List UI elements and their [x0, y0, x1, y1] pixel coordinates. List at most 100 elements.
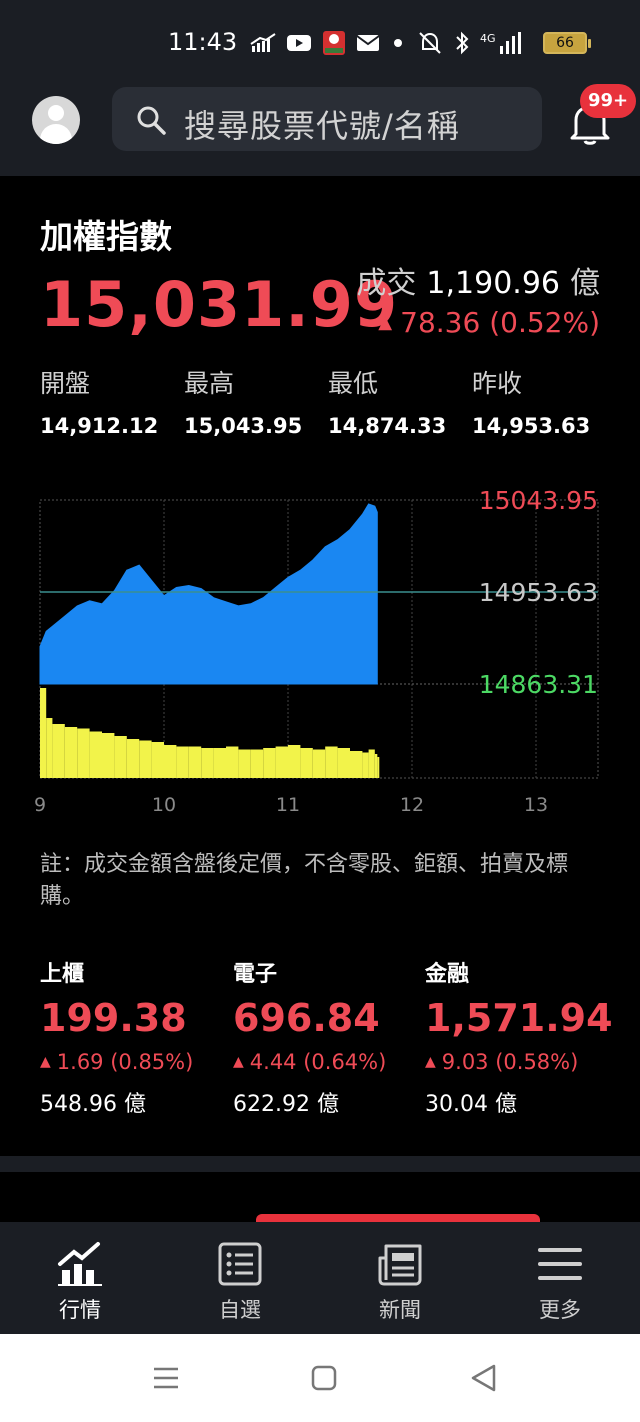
status-icons: 4G — [250, 28, 522, 58]
mute-icon — [419, 32, 441, 54]
stat-label: 最低 — [328, 369, 379, 398]
footnote: 註：成交金額含盤後定價，不含零股、鉅額、拍賣及標購。 — [40, 852, 569, 909]
x-tick-label: 11 — [276, 794, 300, 816]
news-icon — [378, 1244, 422, 1286]
next-section-peek — [0, 1172, 640, 1224]
system-nav-bar — [0, 1334, 640, 1422]
volume-bar — [64, 727, 78, 778]
stat-label: 昨收 — [472, 369, 523, 398]
section-divider — [0, 1156, 640, 1172]
intraday-chart[interactable]: 15043.95 14953.63 14863.31 9 10 11 12 13 — [0, 486, 640, 826]
volume-bar — [368, 749, 375, 778]
search-input[interactable]: 搜尋股票代號/名稱 — [112, 87, 542, 151]
volume-bar — [213, 748, 226, 778]
dot-icon — [394, 39, 402, 47]
recent-apps-icon[interactable] — [150, 1362, 182, 1394]
sub-index-volume: 548.96 億 — [40, 1092, 146, 1117]
nav-watchlist[interactable]: 自選 — [160, 1222, 320, 1334]
up-triangle-icon: ▲ — [40, 1054, 51, 1070]
volume-bar — [114, 736, 127, 778]
volume-bar — [102, 733, 115, 778]
nav-label: 更多 — [539, 1298, 581, 1322]
stat-value: 14,874.33 — [328, 414, 447, 438]
battery-icon: 66 — [543, 32, 591, 54]
up-triangle-icon: ▲ — [425, 1054, 436, 1070]
y-tick-label: 14863.31 — [479, 670, 598, 699]
sub-index-change: ▲ 9.03 (0.58%) — [425, 1050, 615, 1074]
volume-bar — [374, 754, 378, 778]
volume-bar — [164, 745, 177, 778]
sub-index-change: ▲ 4.44 (0.64%) — [233, 1050, 423, 1074]
sub-index-name: 電子 — [233, 962, 278, 987]
bottom-nav: 行情 自選 新聞 更多 — [0, 1222, 640, 1334]
volume-bar — [139, 740, 152, 778]
index-change-value: 78.36 (0.52%) — [400, 306, 600, 339]
home-icon[interactable] — [308, 1362, 340, 1394]
search-placeholder: 搜尋股票代號/名稱 — [184, 107, 460, 145]
nav-quotes[interactable]: 行情 — [0, 1222, 160, 1334]
stat-low: 最低 14,874.33 — [328, 364, 472, 438]
stat-label: 最高 — [184, 369, 235, 398]
nav-label: 新聞 — [379, 1298, 421, 1322]
price-area — [39, 503, 378, 685]
x-tick-label: 13 — [524, 794, 548, 816]
turnover-label: 成交 — [356, 266, 417, 301]
volume-bar — [325, 746, 338, 778]
y-tick-label: 14953.63 — [479, 578, 598, 607]
volume-bar — [312, 749, 326, 778]
mail-icon — [356, 35, 380, 51]
sub-index-value: 696.84 — [233, 996, 380, 1040]
volume-bar — [238, 749, 251, 778]
sub-index-volume: 622.92 億 — [233, 1092, 339, 1117]
top-bar: 搜尋股票代號/名稱 99+ — [0, 84, 640, 176]
sub-index-value: 1,571.94 — [425, 996, 613, 1040]
stat-value: 14,953.63 — [472, 414, 591, 438]
nav-more[interactable]: 更多 — [480, 1222, 640, 1334]
sub-index-change-value: 1.69 (0.85%) — [56, 1050, 194, 1074]
volume-bar — [52, 724, 65, 778]
volume-bar — [300, 748, 313, 778]
volume-bar — [201, 748, 214, 778]
sub-index-card[interactable]: 金融 1,571.94 ▲ 9.03 (0.58%) 30.04 億 — [425, 956, 615, 1118]
sub-index-name: 上櫃 — [40, 962, 85, 987]
volume-bar — [337, 748, 350, 778]
sub-index-change-value: 9.03 (0.58%) — [441, 1050, 579, 1074]
bluetooth-icon — [456, 31, 469, 55]
sub-index-card[interactable]: 電子 696.84 ▲ 4.44 (0.64%) 622.92 億 — [233, 956, 423, 1118]
volume-bar — [288, 745, 301, 778]
index-title: 加權指數 — [40, 217, 172, 256]
search-icon — [137, 106, 166, 135]
volume-bar — [126, 739, 140, 778]
app-notification-icon — [323, 31, 345, 55]
index-value: 15,031.99 — [40, 268, 399, 341]
chart-notification-icon — [250, 33, 276, 52]
chart-icon — [58, 1242, 102, 1286]
notification-badge: 99+ — [580, 84, 637, 118]
up-triangle-icon: ▲ — [378, 312, 393, 333]
status-time: 11:43 — [168, 28, 238, 56]
nav-label: 行情 — [59, 1298, 101, 1322]
index-stats: 開盤 14,912.12 最高 15,043.95 最低 14,874.33 昨… — [40, 364, 620, 438]
volume-bar — [250, 749, 264, 778]
volume-bar — [350, 751, 363, 778]
avatar[interactable] — [32, 96, 80, 144]
volume-bar — [176, 746, 189, 778]
volume-bar — [151, 742, 164, 778]
sub-index-card[interactable]: 上櫃 199.38 ▲ 1.69 (0.85%) 548.96 億 — [40, 956, 230, 1118]
back-icon[interactable] — [468, 1362, 500, 1394]
volume-bar — [263, 748, 276, 778]
nav-news[interactable]: 新聞 — [320, 1222, 480, 1334]
volume-bar — [46, 718, 53, 778]
list-icon — [218, 1242, 262, 1286]
volume-bar — [275, 746, 288, 778]
x-tick-label: 9 — [34, 794, 46, 816]
menu-icon — [538, 1248, 582, 1280]
volume-bar — [362, 752, 369, 778]
stat-label: 開盤 — [40, 369, 91, 398]
sub-index-name: 金融 — [425, 962, 470, 987]
stat-high: 最高 15,043.95 — [184, 364, 328, 438]
volume-bar — [77, 728, 90, 778]
up-triangle-icon: ▲ — [233, 1054, 244, 1070]
sub-index-change: ▲ 1.69 (0.85%) — [40, 1050, 230, 1074]
youtube-icon — [287, 35, 311, 51]
